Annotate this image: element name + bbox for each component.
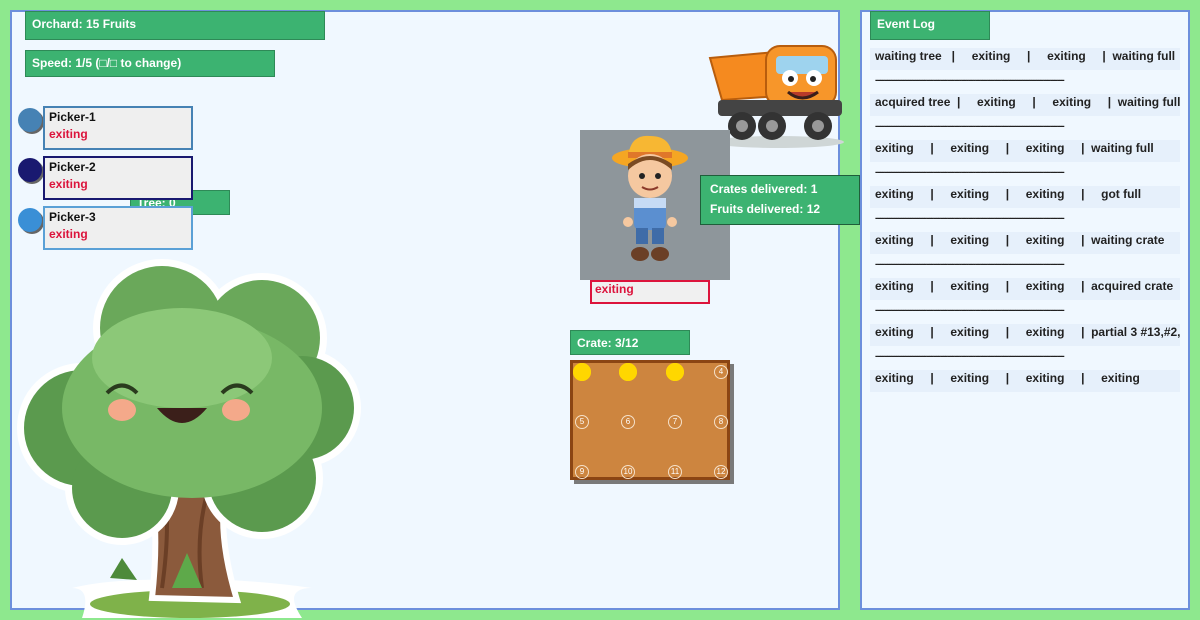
crate-fruit [573,363,591,381]
crate-label: Crate: 3/12 [570,330,690,355]
crate-slot: 6 [621,415,635,429]
picker-3-card[interactable]: Picker-3 exiting [43,206,193,250]
farmer-status: exiting [590,280,710,304]
crate-fruit [619,363,637,381]
crate-slot: 5 [575,415,589,429]
log-row: exiting | exiting | exiting | exiting [870,370,1180,392]
log-row: exiting | exiting | exiting | waiting fu… [870,140,1180,162]
picker-3-status: exiting [49,227,88,241]
picker-1-avatar[interactable] [18,108,42,132]
picker-3-avatar[interactable] [18,208,42,232]
log-row: exiting | exiting | exiting | waiting cr… [870,232,1180,254]
log-separator: ----------------------------------------… [875,168,1065,178]
log-row: acquired tree | exiting | exiting | wait… [870,94,1180,116]
log-separator: ----------------------------------------… [875,352,1065,362]
orchard-title: Orchard: 15 Fruits [25,11,325,40]
picker-1-name: Picker-1 [49,110,96,124]
picker-2-name: Picker-2 [49,160,96,174]
picker-2-avatar[interactable] [18,158,42,182]
log-separator: ----------------------------------------… [875,306,1065,316]
log-row: exiting | exiting | exiting | got full [870,186,1180,208]
crate-slot: 4 [714,365,728,379]
picker-1-card[interactable]: Picker-1 exiting [43,106,193,150]
crate[interactable]: 4 5 6 7 8 9 10 11 12 [570,360,730,480]
crate-slot: 8 [714,415,728,429]
crate-slot: 10 [621,465,635,479]
crates-delivered: Crates delivered: 1 [710,182,818,196]
log-separator: ----------------------------------------… [875,214,1065,224]
speed-label[interactable]: Speed: 1/5 (□/□ to change) [25,50,275,77]
crate-fruit [666,363,684,381]
log-separator: ----------------------------------------… [875,76,1065,86]
crate-slot: 7 [668,415,682,429]
event-log-title: Event Log [870,11,990,40]
log-row: waiting tree | exiting | exiting | waiti… [870,48,1180,70]
fruits-delivered: Fruits delivered: 12 [710,202,821,216]
picker-2-status: exiting [49,177,88,191]
delivery-stats: Crates delivered: 1 Fruits delivered: 12 [700,175,860,225]
log-row: exiting | exiting | exiting | acquired c… [870,278,1180,300]
log-row: exiting | exiting | exiting | partial 3 … [870,324,1180,346]
log-separator: ----------------------------------------… [875,260,1065,270]
crate-slot: 9 [575,465,589,479]
tree-illustration[interactable] [12,258,364,620]
picker-1-status: exiting [49,127,88,141]
picker-3-name: Picker-3 [49,210,96,224]
crate-slot: 11 [668,465,682,479]
log-separator: ----------------------------------------… [875,122,1065,132]
crate-slot: 12 [714,465,728,479]
picker-2-card[interactable]: Picker-2 exiting [43,156,193,200]
